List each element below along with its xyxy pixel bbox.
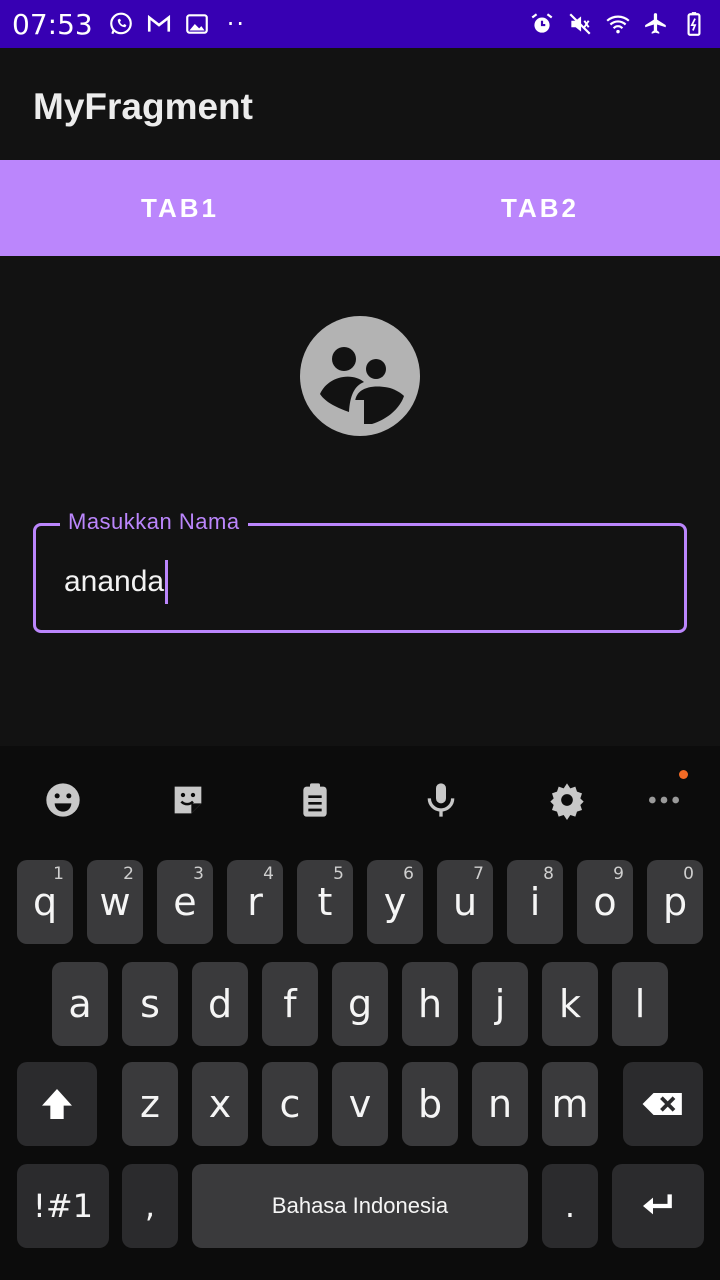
key-hint: 9: [613, 864, 624, 884]
notification-badge: [679, 770, 688, 779]
key-m[interactable]: m: [542, 1062, 598, 1146]
name-field-value-wrap[interactable]: ananda: [64, 560, 169, 604]
key-z[interactable]: z: [122, 1062, 178, 1146]
key-i[interactable]: i8: [507, 860, 563, 944]
airplane-icon: [642, 10, 670, 38]
key-label: j: [494, 982, 506, 1026]
key-y[interactable]: y6: [367, 860, 423, 944]
key-e[interactable]: e3: [157, 860, 213, 944]
key-label: y: [383, 880, 407, 924]
key-o[interactable]: o9: [577, 860, 633, 944]
key-hint: 8: [543, 864, 554, 884]
gallery-icon: [183, 10, 211, 38]
status-bar: 07:53 ··: [0, 0, 720, 48]
symbols-key[interactable]: !#1: [17, 1164, 109, 1248]
key-hint: 6: [403, 864, 414, 884]
mute-icon: [566, 10, 594, 38]
key-hint: 4: [263, 864, 274, 884]
key-label: c: [279, 1082, 301, 1126]
key-c[interactable]: c: [262, 1062, 318, 1146]
app-bar: MyFragment: [0, 48, 720, 160]
key-label: b: [417, 1082, 443, 1126]
more-notifications-indicator: ··: [226, 10, 246, 38]
wifi-icon: [604, 10, 632, 38]
key-label: h: [417, 982, 443, 1026]
comma-key[interactable]: ,: [122, 1164, 178, 1248]
microphone-icon[interactable]: [419, 778, 463, 822]
key-hint: 3: [193, 864, 204, 884]
key-label: l: [634, 982, 646, 1026]
key-label: x: [208, 1082, 232, 1126]
key-hint: 2: [123, 864, 134, 884]
status-time: 07:53: [12, 7, 93, 41]
key-hint: 1: [53, 864, 64, 884]
key-b[interactable]: b: [402, 1062, 458, 1146]
key-hint: 7: [473, 864, 484, 884]
tab-1[interactable]: TAB1: [0, 160, 360, 256]
sticker-icon[interactable]: [166, 778, 210, 822]
space-key[interactable]: Bahasa Indonesia: [192, 1164, 528, 1248]
whatsapp-icon: [107, 10, 135, 38]
backspace-key[interactable]: [623, 1062, 703, 1146]
key-t[interactable]: t5: [297, 860, 353, 944]
app-title: MyFragment: [33, 86, 253, 127]
key-f[interactable]: f: [262, 962, 318, 1046]
key-label: d: [207, 982, 233, 1026]
enter-key[interactable]: [612, 1164, 704, 1248]
gmail-icon: [145, 10, 173, 38]
key-label: n: [487, 1082, 513, 1126]
key-n[interactable]: n: [472, 1062, 528, 1146]
key-r[interactable]: r4: [227, 860, 283, 944]
tab-bar: TAB1 TAB2: [0, 160, 720, 256]
key-label: v: [348, 1082, 372, 1126]
key-k[interactable]: k: [542, 962, 598, 1046]
name-field-value[interactable]: ananda: [64, 565, 164, 599]
key-p[interactable]: p0: [647, 860, 703, 944]
key-label: k: [558, 982, 581, 1026]
emoji-icon[interactable]: [41, 778, 85, 822]
key-hint: 5: [333, 864, 344, 884]
alarm-icon: [528, 10, 556, 38]
key-label: w: [99, 880, 131, 924]
key-label: e: [173, 880, 197, 924]
key-u[interactable]: u7: [437, 860, 493, 944]
clipboard-icon[interactable]: [293, 778, 337, 822]
text-cursor: [165, 560, 169, 604]
group-people-icon: [300, 316, 420, 436]
key-label: f: [283, 982, 297, 1026]
key-s[interactable]: s: [122, 962, 178, 1046]
key-l[interactable]: l: [612, 962, 668, 1046]
key-label: g: [347, 982, 373, 1026]
key-label: t: [317, 880, 333, 924]
key-label: r: [247, 880, 263, 924]
key-label: i: [529, 880, 541, 924]
key-w[interactable]: w2: [87, 860, 143, 944]
key-j[interactable]: j: [472, 962, 528, 1046]
name-field-label: Masukkan Nama: [60, 509, 248, 535]
key-x[interactable]: x: [192, 1062, 248, 1146]
key-d[interactable]: d: [192, 962, 248, 1046]
key-label: o: [593, 880, 617, 924]
key-g[interactable]: g: [332, 962, 388, 1046]
key-hint: 0: [683, 864, 694, 884]
tab-2[interactable]: TAB2: [360, 160, 720, 256]
settings-icon[interactable]: [545, 778, 589, 822]
key-v[interactable]: v: [332, 1062, 388, 1146]
key-label: u: [452, 880, 478, 924]
key-label: q: [32, 880, 58, 924]
key-label: p: [662, 880, 688, 924]
key-label: z: [140, 1082, 160, 1126]
key-a[interactable]: a: [52, 962, 108, 1046]
key-label: s: [140, 982, 160, 1026]
battery-icon: [680, 10, 708, 38]
more-icon[interactable]: [642, 770, 688, 822]
period-key[interactable]: .: [542, 1164, 598, 1248]
shift-key[interactable]: [17, 1062, 97, 1146]
on-screen-keyboard: !#1 , Bahasa Indonesia . q1w2e3r4t5y6u7i…: [0, 746, 720, 1280]
key-q[interactable]: q1: [17, 860, 73, 944]
key-label: a: [68, 982, 92, 1026]
name-field[interactable]: Masukkan Nama ananda: [33, 509, 687, 633]
key-label: m: [551, 1082, 589, 1126]
key-h[interactable]: h: [402, 962, 458, 1046]
